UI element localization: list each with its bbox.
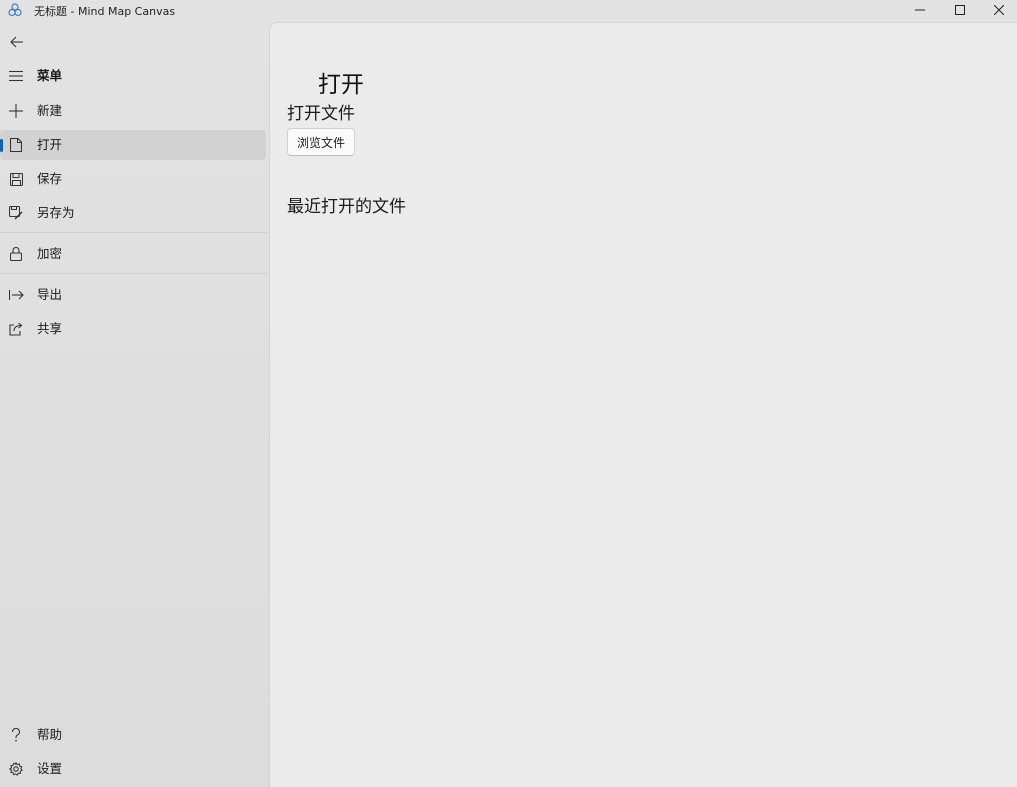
title-bar: 无标题 - Mind Map Canvas (0, 0, 1017, 22)
help-icon (8, 727, 24, 743)
sidebar-item-open[interactable]: 打开 (0, 130, 266, 160)
sidebar-item-settings[interactable]: 设置 (0, 754, 266, 784)
back-button[interactable] (4, 31, 30, 53)
sidebar-item-save[interactable]: 保存 (0, 164, 266, 194)
maximize-icon (955, 5, 965, 15)
app-window: 无标题 - Mind Map Canvas 菜单 新建 打开 保存 另存为 加密… (0, 0, 1017, 787)
sidebar-item-label: 菜单 (37, 68, 63, 83)
maximize-button[interactable] (940, 0, 980, 20)
sidebar-item-save-as[interactable]: 另存为 (0, 198, 266, 228)
sidebar-item-label: 帮助 (37, 727, 63, 742)
gear-icon (8, 761, 24, 777)
minimize-button[interactable] (900, 0, 940, 20)
save-icon (8, 171, 24, 187)
content-pane: 打开 打开文件 浏览文件 最近打开的文件 (269, 22, 1017, 787)
close-button[interactable] (979, 0, 1017, 20)
sidebar-item-label: 打开 (37, 137, 63, 152)
sidebar-item-label: 另存为 (37, 205, 75, 220)
close-icon (994, 5, 1004, 15)
sidebar-divider (0, 273, 268, 274)
sidebar-item-label: 保存 (37, 171, 63, 186)
save-as-icon (8, 205, 24, 221)
sidebar-item-menu[interactable]: 菜单 (0, 61, 266, 91)
sidebar-divider (0, 232, 268, 233)
sidebar-item-label: 新建 (37, 103, 63, 118)
recent-files-heading: 最近打开的文件 (287, 197, 406, 217)
document-icon (8, 137, 24, 153)
window-title: 无标题 - Mind Map Canvas (34, 5, 176, 18)
app-logo-icon (8, 2, 22, 17)
minimize-icon (915, 9, 925, 11)
selection-indicator (0, 139, 3, 152)
sidebar-item-label: 共享 (37, 321, 63, 336)
sidebar-item-share[interactable]: 共享 (0, 314, 266, 344)
share-icon (8, 321, 24, 337)
sidebar-item-label: 设置 (37, 761, 63, 776)
back-arrow-icon (10, 36, 23, 48)
export-icon (8, 287, 24, 303)
sidebar-item-label: 加密 (37, 246, 63, 261)
browse-files-button[interactable]: 浏览文件 (287, 128, 355, 156)
sidebar-item-help[interactable]: 帮助 (0, 720, 266, 750)
sidebar-item-new[interactable]: 新建 (0, 96, 266, 126)
page-title: 打开 (318, 72, 364, 98)
sidebar-item-label: 导出 (37, 287, 63, 302)
plus-icon (8, 103, 24, 119)
open-file-heading: 打开文件 (287, 104, 355, 124)
lock-icon (8, 246, 24, 262)
hamburger-icon (8, 68, 24, 84)
sidebar-item-encrypt[interactable]: 加密 (0, 239, 266, 269)
sidebar-item-export[interactable]: 导出 (0, 280, 266, 310)
